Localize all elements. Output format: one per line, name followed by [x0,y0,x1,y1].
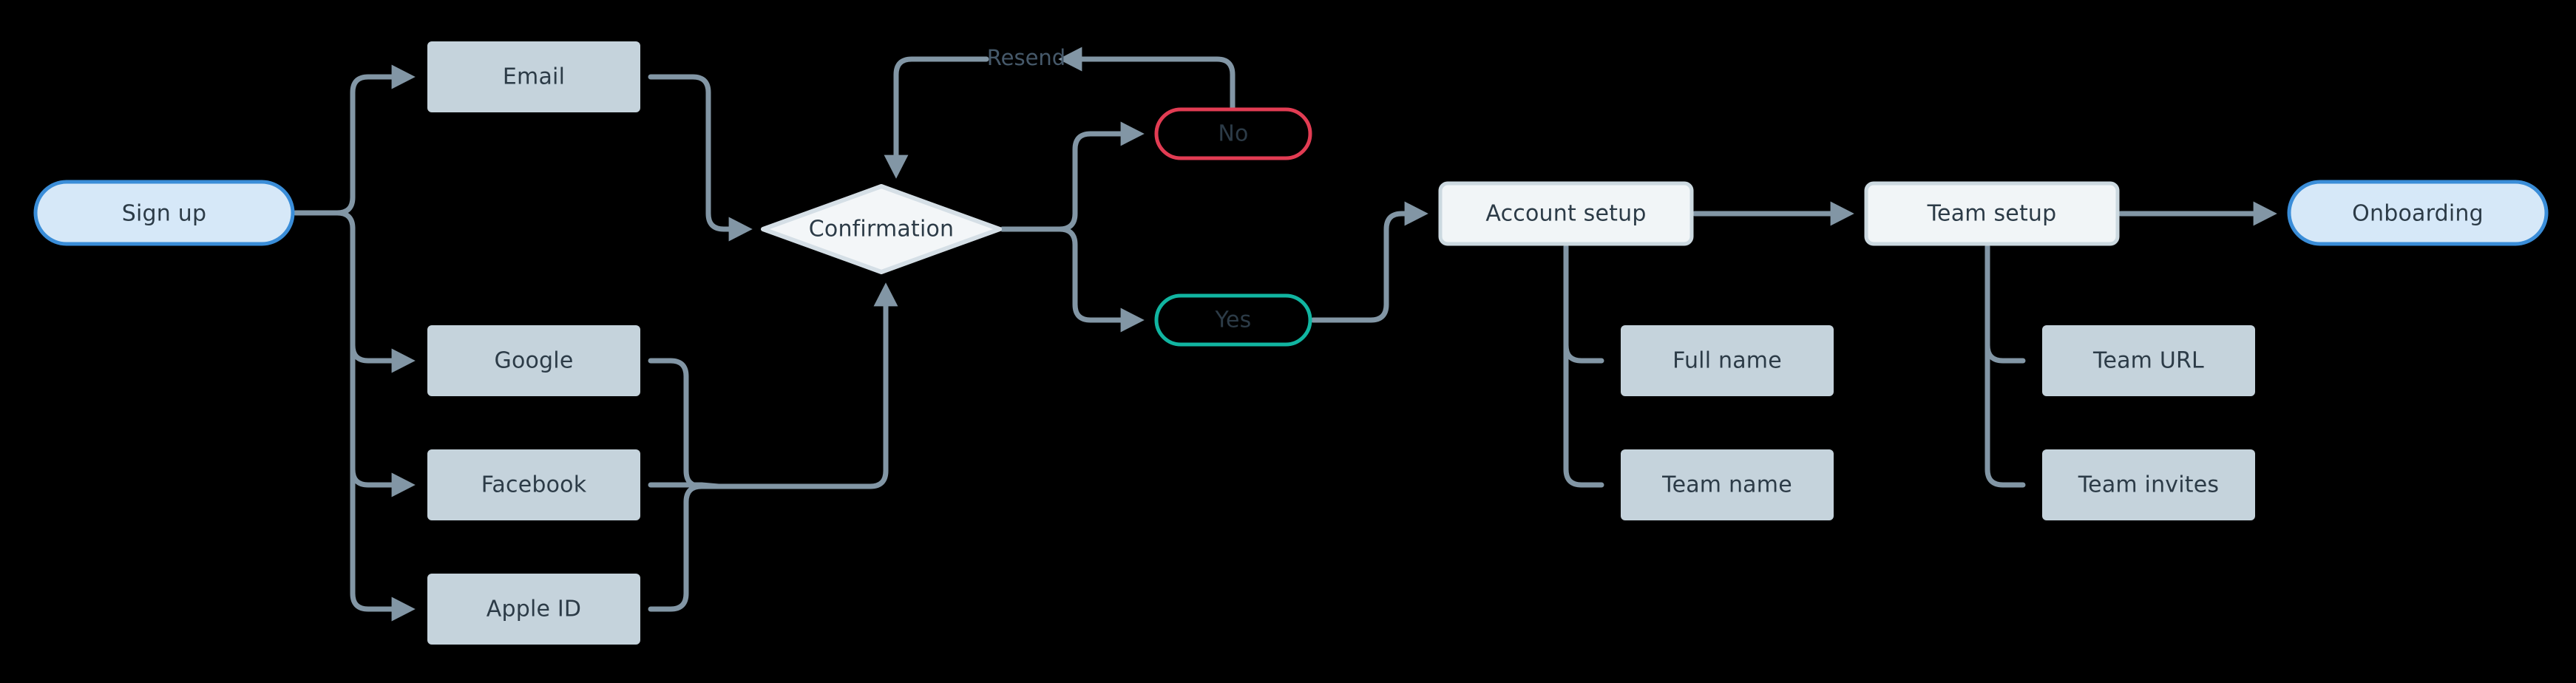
node-team-setup[interactable]: Team setup [1864,181,2120,246]
edge-labels-layer: Resend [987,45,1065,70]
edge-label-resend: Resend [987,45,1065,70]
edge-signup-appleid [350,225,416,622]
edge-appleid-merge [648,483,722,612]
node-yes[interactable]: Yes [1154,293,1312,347]
edge-google-merge [648,358,722,489]
node-no[interactable]: No [1154,107,1312,160]
edge-accountsetup-teamname [1563,244,1604,488]
node-team-name[interactable]: Team name [1621,449,1834,520]
edge-confirmation-yes [1000,226,1145,333]
node-yes-label: Yes [1214,307,1251,333]
node-email[interactable]: Email [427,41,640,112]
node-email-label: Email [503,64,565,90]
edge-resend-confirmation [884,56,989,179]
node-full-name[interactable]: Full name [1621,325,1834,396]
edge-teamsetup-teaminvites [1984,244,2026,488]
node-onboarding-label: Onboarding [2352,201,2484,227]
node-account-setup-label: Account setup [1485,201,1646,227]
edge-signup-email [293,64,416,216]
node-team-invites[interactable]: Team invites [2042,449,2255,520]
edge-signup-facebook [350,225,416,497]
node-team-name-label: Team name [1661,472,1792,498]
edge-teamsetup-teamurl [1984,244,2026,364]
node-account-setup[interactable]: Account setup [1438,181,1694,246]
nodes-layer: Sign up Email Google Facebook Apple ID C… [33,41,2549,645]
edge-confirmation-no [1000,121,1145,232]
node-full-name-label: Full name [1672,348,1782,374]
node-no-label: No [1218,121,1248,147]
node-team-invites-label: Team invites [2078,472,2220,498]
node-apple-id-label: Apple ID [487,597,582,622]
node-onboarding[interactable]: Onboarding [2287,180,2549,246]
node-confirmation[interactable]: Confirmation [761,184,1002,274]
node-facebook-label: Facebook [481,472,587,498]
node-google-label: Google [495,348,574,374]
edge-merge-confirmation [699,282,898,489]
edge-no-resend [1058,47,1236,110]
node-apple-id[interactable]: Apple ID [427,574,640,645]
flowchart-svg: Resend Sign up Email Google Facebook App… [33,41,2549,645]
node-signup[interactable]: Sign up [33,180,295,246]
diagram-canvas: Resend Sign up Email Google Facebook App… [0,0,2576,683]
edge-email-confirmation [648,74,753,242]
edge-accountsetup-fullname [1563,244,1604,364]
node-google[interactable]: Google [427,325,640,396]
edge-yes-accountsetup [1310,201,1428,323]
node-signup-label: Sign up [122,201,206,227]
node-team-url-label: Team URL [2092,348,2204,374]
node-team-url[interactable]: Team URL [2042,325,2255,396]
node-confirmation-label: Confirmation [809,217,955,242]
node-facebook[interactable]: Facebook [427,449,640,520]
node-team-setup-label: Team setup [1927,201,2057,227]
